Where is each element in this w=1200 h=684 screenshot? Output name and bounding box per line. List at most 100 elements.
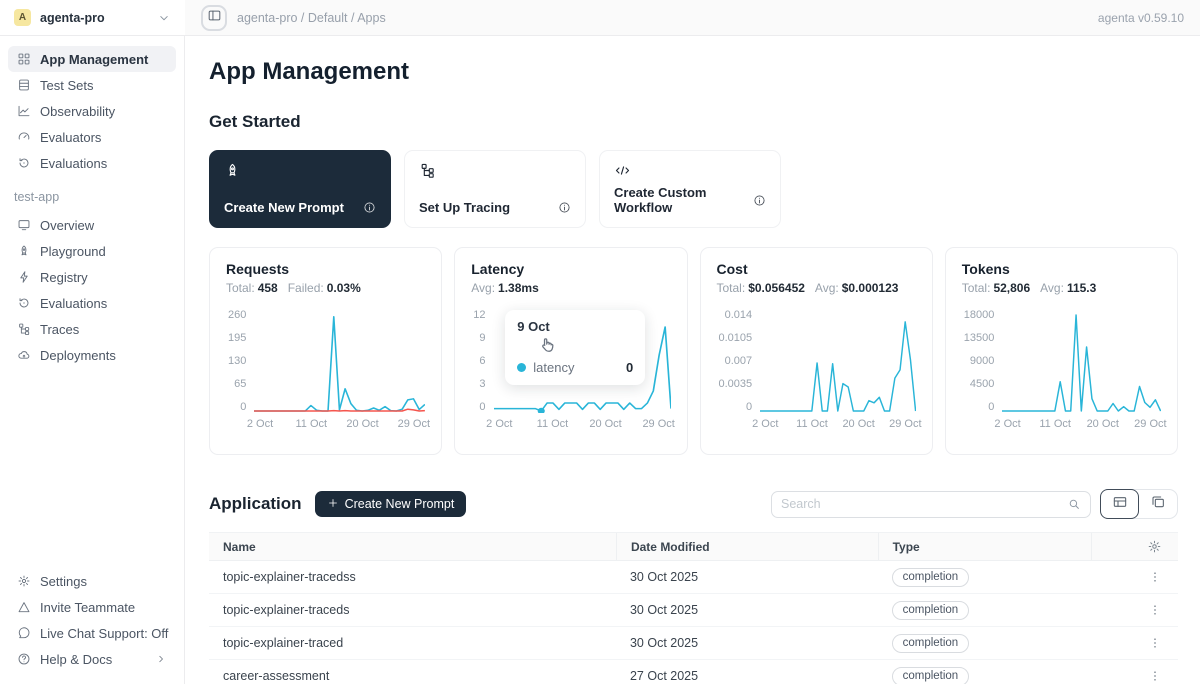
tooltip-date: 9 Oct: [517, 319, 633, 334]
chart-stat: Avg:1.38ms: [471, 281, 539, 295]
sidebar-item-label: Invite Teammate: [40, 600, 167, 615]
y-tick: 9: [479, 332, 485, 344]
table-view-button[interactable]: [1100, 489, 1139, 519]
x-tick: 29 Oct: [398, 418, 430, 430]
sidebar-item-app-management[interactable]: App Management: [8, 46, 176, 72]
y-tick: 6: [479, 355, 485, 367]
row-menu-icon[interactable]: [1148, 570, 1162, 584]
column-header-date-modified[interactable]: Date Modified: [616, 533, 878, 560]
starter-card-create-custom-workflow[interactable]: Create Custom Workflow: [599, 150, 781, 228]
cell-name: topic-explainer-traced: [209, 636, 616, 650]
gear-icon[interactable]: [1147, 539, 1162, 554]
gauge-icon: [17, 130, 31, 144]
x-tick: 11 Oct: [1039, 418, 1071, 430]
chart-title: Requests: [226, 261, 425, 277]
starter-card-create-new-prompt[interactable]: Create New Prompt: [209, 150, 391, 228]
sidebar-item-observability[interactable]: Observability: [8, 98, 176, 124]
monitor-icon: [17, 218, 31, 232]
sidebar-item-settings[interactable]: Settings: [8, 568, 176, 594]
sidebar-toggle-button[interactable]: [201, 5, 227, 31]
sidebar-item-label: Traces: [40, 322, 167, 337]
info-icon[interactable]: [363, 201, 376, 214]
row-menu-icon[interactable]: [1148, 636, 1162, 650]
chart-plot[interactable]: [1002, 309, 1161, 413]
chart-x-axis: 2 Oct11 Oct20 Oct29 Oct: [494, 418, 671, 431]
type-badge: completion: [892, 634, 970, 653]
workspace-avatar: A: [14, 9, 31, 26]
application-tools: [771, 489, 1178, 519]
row-menu-icon[interactable]: [1148, 669, 1162, 683]
search-box: [771, 491, 1091, 518]
table-row[interactable]: topic-explainer-traceds30 Oct 2025comple…: [209, 594, 1178, 627]
help-icon: [17, 652, 31, 666]
chart-x-axis: 2 Oct11 Oct20 Oct29 Oct: [254, 418, 425, 431]
chart-plot[interactable]: [254, 309, 425, 413]
sidebar-item-label: App Management: [40, 52, 167, 67]
chart-plot[interactable]: [760, 309, 916, 413]
cloud-icon: [17, 348, 31, 362]
chart-stat: Total:$0.056452: [717, 281, 805, 295]
info-icon[interactable]: [753, 194, 766, 207]
table-row[interactable]: career-assessment27 Oct 2025completion: [209, 660, 1178, 684]
create-new-prompt-button[interactable]: Create New Prompt: [315, 491, 467, 517]
search-input[interactable]: [781, 497, 1067, 511]
sidebar-item-test-sets[interactable]: Test Sets: [8, 72, 176, 98]
y-tick: 0.007: [725, 355, 753, 367]
x-tick: 20 Oct: [1087, 418, 1119, 430]
y-tick: 4500: [970, 378, 994, 390]
y-tick: 65: [234, 378, 246, 390]
sidebar-item-live-chat-support-off[interactable]: Live Chat Support: Off: [8, 620, 176, 646]
get-started-heading: Get Started: [209, 112, 1178, 132]
sidebar-item-invite-teammate[interactable]: Invite Teammate: [8, 594, 176, 620]
row-menu-icon[interactable]: [1148, 603, 1162, 617]
x-tick: 11 Oct: [796, 418, 828, 430]
sidebar-item-registry[interactable]: Registry: [8, 264, 176, 290]
chart-line-icon: [17, 104, 31, 118]
sidebar-bottom-nav: Settings Invite Teammate Live Chat Support…: [8, 568, 176, 672]
info-icon[interactable]: [558, 201, 571, 214]
column-header-type[interactable]: Type: [878, 533, 1091, 560]
sidebar-item-playground[interactable]: Playground: [8, 238, 176, 264]
sidebar-item-deployments[interactable]: Deployments: [8, 342, 176, 368]
applications-table: Name Date Modified Type topic-explainer-…: [209, 532, 1178, 684]
column-header-name[interactable]: Name: [209, 540, 616, 554]
cell-date-modified: 27 Oct 2025: [616, 669, 878, 683]
sidebar-app-section-label: test-app: [14, 190, 176, 204]
grid-icon: [17, 52, 31, 66]
sidebar-item-label: Overview: [40, 218, 167, 233]
card-view-button[interactable]: [1138, 490, 1177, 518]
starter-card-set-up-tracing[interactable]: Set Up Tracing: [404, 150, 586, 228]
table-row[interactable]: topic-explainer-tracedss30 Oct 2025compl…: [209, 561, 1178, 594]
trace-icon: [17, 322, 31, 336]
y-tick: 13500: [964, 332, 995, 344]
sidebar-item-traces[interactable]: Traces: [8, 316, 176, 342]
sidebar-item-evaluators[interactable]: Evaluators: [8, 124, 176, 150]
sidebar-item-label: Playground: [40, 244, 167, 259]
table-row[interactable]: topic-explainer-traced30 Oct 2025complet…: [209, 627, 1178, 660]
panel-icon: [207, 8, 222, 28]
sidebar-item-evaluations[interactable]: Evaluations: [8, 150, 176, 176]
refresh-icon: [17, 156, 31, 170]
chart-card-latency: LatencyAvg:1.38ms1296302 Oct11 Oct20 Oct…: [454, 247, 687, 455]
workspace-name: agenta-pro: [40, 11, 148, 25]
chart-stat: Total:52,806: [962, 281, 1030, 295]
cell-name: topic-explainer-traceds: [209, 603, 616, 617]
chart-stat: Total:458: [226, 281, 278, 295]
chart-y-axis: 260195130650: [226, 309, 254, 413]
sidebar-item-evaluations[interactable]: Evaluations: [8, 290, 176, 316]
chat-icon: [17, 626, 31, 640]
type-badge: completion: [892, 601, 970, 620]
sidebar-item-label: Test Sets: [40, 78, 167, 93]
create-new-prompt-label: Create New Prompt: [345, 497, 455, 511]
sidebar-item-help-docs[interactable]: Help & Docs: [8, 646, 176, 672]
rocket-icon: [224, 162, 376, 179]
workspace-switcher[interactable]: A agenta-pro: [0, 0, 185, 36]
y-tick: 3: [479, 378, 485, 390]
sidebar-item-overview[interactable]: Overview: [8, 212, 176, 238]
view-toggle: [1100, 489, 1178, 519]
sidebar-item-label: Evaluations: [40, 156, 167, 171]
app-root: A agenta-pro agenta-pro / Default / Apps…: [0, 0, 1200, 684]
y-tick: 0.0105: [719, 332, 753, 344]
cell-type: completion: [878, 601, 1091, 620]
sidebar-item-label: Deployments: [40, 348, 167, 363]
